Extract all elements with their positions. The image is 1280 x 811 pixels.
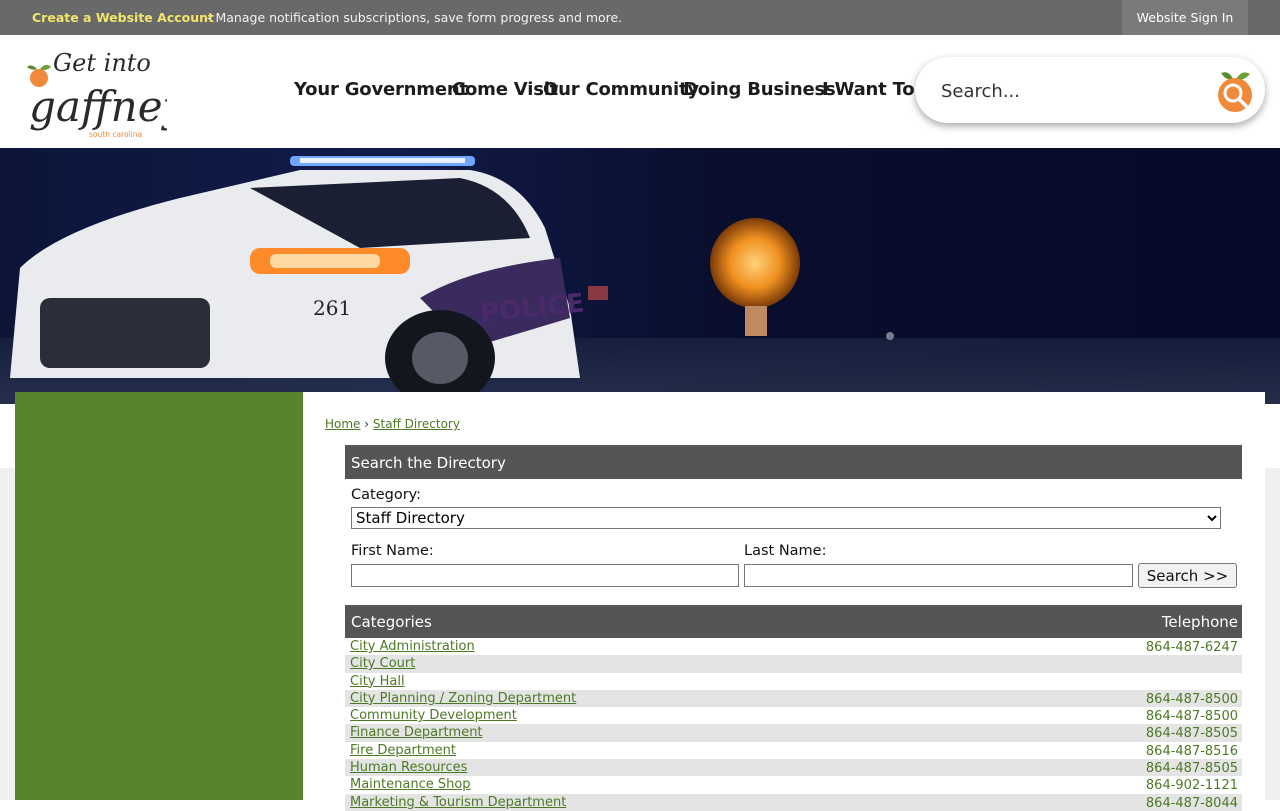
telephone-value: 864-487-8505 — [1145, 761, 1238, 777]
table-row: Marketing & Tourism Department 864-487-8… — [345, 793, 1242, 811]
category-select[interactable]: Staff Directory — [351, 507, 1221, 529]
telephone-value: 864-487-8500 — [1145, 709, 1238, 725]
table-row: Community Development 864-487-8500 — [345, 707, 1242, 724]
category-link[interactable]: City Court — [350, 656, 415, 671]
account-benefits-text: - Manage notification subscriptions, sav… — [207, 10, 623, 25]
main-content: Home › Staff Directory Search the Direct… — [303, 392, 1265, 811]
category-link[interactable]: Human Resources — [350, 760, 467, 775]
telephone-column-header: Telephone — [1161, 613, 1238, 631]
categories-table-body: City Administration 864-487-6247 City Co… — [345, 638, 1242, 811]
nav-our-community[interactable]: Our Community — [543, 79, 699, 100]
categories-column-header: Categories — [351, 613, 432, 631]
top-utility-bar: Create a Website Account - Manage notifi… — [0, 0, 1280, 35]
breadcrumb-home-link[interactable]: Home — [325, 417, 360, 431]
telephone-value: 864-487-8516 — [1145, 743, 1238, 759]
telephone-value: 864-487-8500 — [1145, 691, 1238, 707]
create-account-link[interactable]: Create a Website Account — [32, 10, 214, 25]
category-link[interactable]: Marketing & Tourism Department — [350, 795, 566, 810]
category-link[interactable]: City Administration — [350, 639, 475, 654]
category-link[interactable]: Community Development — [350, 708, 517, 723]
table-row: Finance Department 864-487-8505 — [345, 724, 1242, 742]
directory-search-button[interactable]: Search >> — [1138, 563, 1237, 588]
site-header: Get into gaffney south carolina Your Gov… — [0, 35, 1280, 148]
table-row: City Hall — [345, 673, 1242, 690]
table-row: City Court — [345, 655, 1242, 673]
search-submit-button[interactable] — [1213, 65, 1259, 113]
table-row: Maintenance Shop 864-902-1121 — [345, 776, 1242, 793]
site-search-input[interactable] — [939, 75, 1203, 107]
peach-search-icon — [1218, 72, 1252, 112]
logo-subtext: south carolina — [89, 130, 142, 139]
nav-your-government[interactable]: Your Government — [294, 79, 468, 100]
table-row: City Planning / Zoning Department 864-48… — [345, 689, 1242, 708]
site-search-box — [915, 57, 1265, 123]
table-row: Human Resources 864-487-8505 — [345, 759, 1242, 777]
first-name-label: First Name: — [351, 543, 434, 559]
first-name-input[interactable] — [351, 564, 739, 587]
breadcrumb: Home › Staff Directory — [325, 417, 460, 431]
telephone-value: 864-902-1121 — [1145, 778, 1238, 794]
table-row: City Administration 864-487-6247 — [345, 638, 1242, 655]
search-directory-heading: Search the Directory — [345, 445, 1242, 479]
telephone-value: 864-487-6247 — [1145, 640, 1238, 655]
categories-table-header: Categories Telephone — [345, 605, 1242, 638]
hero-banner-image: 261 POLICE — [0, 148, 1280, 404]
category-label: Category: — [351, 487, 422, 503]
left-sidebar — [15, 392, 303, 800]
svg-text:261: 261 — [313, 296, 351, 320]
breadcrumb-separator: › — [364, 417, 370, 431]
nav-doing-business[interactable]: Doing Business — [683, 79, 836, 100]
sign-in-button[interactable]: Website Sign In — [1122, 0, 1248, 35]
telephone-value: 864-487-8044 — [1145, 795, 1238, 811]
svg-text:Get into: Get into — [53, 49, 151, 77]
category-link[interactable]: Fire Department — [350, 743, 456, 758]
breadcrumb-staff-directory-link[interactable]: Staff Directory — [373, 417, 460, 431]
last-name-label: Last Name: — [744, 543, 827, 559]
category-link[interactable]: Finance Department — [350, 725, 483, 740]
table-row: Fire Department 864-487-8516 — [345, 742, 1242, 759]
category-link[interactable]: Maintenance Shop — [350, 777, 471, 792]
category-link[interactable]: City Hall — [350, 674, 405, 689]
category-link[interactable]: City Planning / Zoning Department — [350, 691, 576, 706]
telephone-value: 864-487-8505 — [1145, 726, 1238, 742]
last-name-input[interactable] — [744, 564, 1133, 587]
